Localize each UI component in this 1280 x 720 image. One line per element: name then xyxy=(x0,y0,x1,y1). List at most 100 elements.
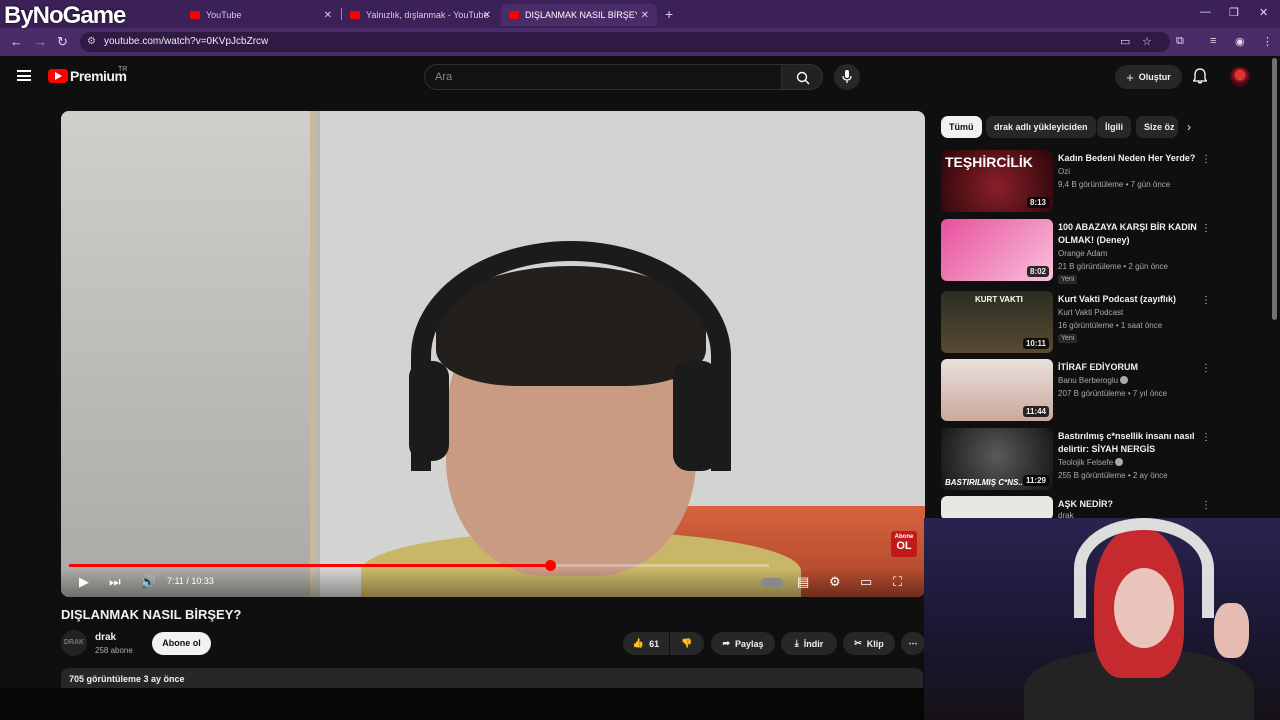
chip-related[interactable]: İlgili xyxy=(1097,116,1131,138)
thumbnail-caption: BASTIRILMIŞ C*NS.. xyxy=(945,478,1023,487)
browser-tab-youtube[interactable]: YouTube ✕ xyxy=(182,4,340,26)
theater-mode-icon[interactable]: ▭ xyxy=(860,574,872,590)
subscribe-button[interactable]: Abone ol xyxy=(152,632,211,655)
extensions-icon[interactable]: ⧉ xyxy=(1176,35,1184,48)
recommendation-channel: Kurt Vakti Podcast xyxy=(1058,308,1124,317)
progress-played xyxy=(69,564,550,567)
recommendation-item[interactable]: 11:44 İTİRAF EDİYORUM Banu Berberoglu 20… xyxy=(941,359,1211,421)
thumbnail-caption: TEŞHİRCİLİK xyxy=(945,154,1033,170)
more-vert-icon[interactable]: ⋮ xyxy=(1201,363,1211,374)
dislike-button[interactable]: 👎 xyxy=(670,632,704,655)
thumbnail-caption: KURT VAKTI xyxy=(975,295,1023,304)
voice-search-button[interactable] xyxy=(834,64,860,90)
browser-tab-yalnizlik[interactable]: Yalnızlık, dışlanmak - YouTube ✕ xyxy=(342,4,499,26)
duration-badge: 8:02 xyxy=(1026,266,1049,277)
video-frame-wall xyxy=(61,111,311,597)
video-frame-door xyxy=(310,111,316,597)
account-avatar[interactable] xyxy=(1230,67,1250,87)
recommendation-channel: Banu Berberoglu xyxy=(1058,376,1129,385)
url-text: youtube.com/watch?v=0KVpJcbZrcw xyxy=(104,36,269,47)
chip-all[interactable]: Tümü xyxy=(941,116,982,138)
video-thumbnail[interactable]: BASTIRILMIŞ C*NS.. 11:29 xyxy=(941,428,1053,490)
more-vert-icon[interactable]: ⋮ xyxy=(1201,500,1211,511)
create-button[interactable]: + Oluştur xyxy=(1115,65,1182,89)
watermark-bottom: OL xyxy=(896,540,912,552)
close-icon[interactable]: ✕ xyxy=(483,10,491,21)
channel-name[interactable]: drak xyxy=(95,632,116,643)
video-thumbnail[interactable]: 11:44 xyxy=(941,359,1053,421)
notifications-bell-icon[interactable] xyxy=(1192,68,1208,89)
youtube-favicon-icon xyxy=(190,11,200,19)
back-icon[interactable]: ← xyxy=(10,34,23,49)
autoplay-toggle[interactable] xyxy=(761,578,783,588)
address-bar[interactable]: ⚙ youtube.com/watch?v=0KVpJcbZrcw xyxy=(80,32,1170,52)
player-controls: ▶ ⏭ 🔊 7:11 / 10:33 ▤ ⚙ ▭ ⛶ xyxy=(61,569,925,597)
download-button[interactable]: ⤓ İndir xyxy=(781,632,837,655)
webcam-headphones xyxy=(1074,518,1214,618)
subtitles-icon[interactable]: ▤ xyxy=(797,574,809,590)
close-icon[interactable]: ✕ xyxy=(641,10,649,21)
minimize-icon[interactable]: — xyxy=(1200,6,1211,18)
play-icon[interactable]: ▶ xyxy=(79,574,89,590)
reload-icon[interactable]: ↻ xyxy=(57,34,68,50)
profile-icon[interactable]: ◉ xyxy=(1235,35,1245,48)
youtube-logo-icon[interactable] xyxy=(48,69,68,83)
share-button[interactable]: ➦ Paylaş xyxy=(711,632,775,655)
description-box[interactable]: 705 görüntüleme 3 ay önce xyxy=(61,668,923,688)
channel-avatar[interactable]: DRAK xyxy=(61,630,87,656)
hamburger-menu-icon[interactable] xyxy=(17,70,31,81)
chevron-right-icon[interactable]: › xyxy=(1187,120,1191,134)
recommendation-meta: 255 B görüntüleme • 2 ay önce xyxy=(1058,471,1168,480)
video-thumbnail[interactable] xyxy=(941,496,1053,520)
media-icon[interactable]: ≡ xyxy=(1210,35,1216,47)
like-button[interactable]: 👍 61 xyxy=(623,632,669,655)
cast-icon[interactable]: ▭ xyxy=(1120,35,1130,48)
recommendation-item[interactable]: KURT VAKTI 10:11 Kurt Vakti Podcast (zay… xyxy=(941,291,1211,353)
more-vert-icon[interactable]: ⋮ xyxy=(1201,154,1211,165)
recommendation-title: AŞK NEDİR? xyxy=(1058,499,1114,509)
browser-tab-active[interactable]: DIŞLANMAK NASIL BİRŞEY? - Y ✕ xyxy=(501,4,657,26)
subscribe-watermark[interactable]: Abone OL xyxy=(891,531,917,557)
recommendation-channel: Teolojik Felsefe xyxy=(1058,458,1124,467)
forward-icon[interactable]: → xyxy=(34,34,47,49)
recommendation-title: Kurt Vakti Podcast (zayıflık) xyxy=(1058,294,1177,304)
recommendation-item[interactable]: AŞK NEDİR? drak ⋮ xyxy=(941,496,1211,520)
chip-from-uploader[interactable]: drak adlı yükleyiciden xyxy=(986,116,1096,138)
next-icon[interactable]: ⏭ xyxy=(109,574,121,590)
video-thumbnail[interactable]: 8:02 xyxy=(941,219,1053,281)
more-vert-icon[interactable]: ⋮ xyxy=(1201,295,1211,306)
close-icon[interactable]: ✕ xyxy=(324,10,332,21)
more-horiz-icon: ⋯ xyxy=(908,638,918,648)
recommendation-item[interactable]: 8:02 100 ABAZAYA KARŞI BİR KADIN OLMAK! … xyxy=(941,219,1211,284)
verified-icon xyxy=(1115,458,1124,466)
search-input[interactable]: Ara xyxy=(424,64,782,90)
restore-icon[interactable]: ❐ xyxy=(1229,6,1239,19)
page-scrollbar[interactable] xyxy=(1272,58,1277,320)
clip-button[interactable]: ✂ Klip xyxy=(843,632,895,655)
new-tab-icon[interactable]: + xyxy=(665,6,673,22)
more-vert-icon[interactable]: ⋮ xyxy=(1201,432,1211,443)
youtube-favicon-icon xyxy=(509,11,519,19)
scissors-icon: ✂ xyxy=(854,638,862,648)
volume-icon[interactable]: 🔊 xyxy=(140,574,156,590)
settings-gear-icon[interactable]: ⚙ xyxy=(829,574,841,590)
search-button[interactable] xyxy=(781,64,823,90)
recommendation-title: İTİRAF EDİYORUM xyxy=(1058,362,1138,372)
fullscreen-icon[interactable]: ⛶ xyxy=(893,574,902,590)
window-close-icon[interactable]: ✕ xyxy=(1259,6,1268,19)
bookmark-star-icon[interactable]: ☆ xyxy=(1142,35,1152,48)
video-thumbnail[interactable]: TEŞHİRCİLİK 8:13 xyxy=(941,150,1053,212)
video-player[interactable]: Abone OL ▶ ⏭ 🔊 7:11 / 10:33 ▤ ⚙ ▭ ⛶ xyxy=(61,111,925,597)
site-info-icon[interactable]: ⚙ xyxy=(87,36,96,47)
video-thumbnail[interactable]: KURT VAKTI 10:11 xyxy=(941,291,1053,353)
more-vert-icon[interactable]: ⋮ xyxy=(1201,223,1211,234)
like-count: 61 xyxy=(649,638,660,649)
thumbs-down-icon: 👎 xyxy=(681,638,693,648)
chip-for-you[interactable]: Size öz xyxy=(1136,116,1178,138)
progress-bar[interactable] xyxy=(69,560,769,571)
streamer-webcam-overlay xyxy=(924,518,1280,720)
more-actions-button[interactable]: ⋯ xyxy=(901,632,925,655)
more-vert-icon[interactable]: ⋮ xyxy=(1262,35,1273,48)
recommendation-item[interactable]: TEŞHİRCİLİK 8:13 Kadın Bedeni Neden Her … xyxy=(941,150,1211,212)
recommendation-item[interactable]: BASTIRILMIŞ C*NS.. 11:29 Bastırılmış c*n… xyxy=(941,428,1211,490)
